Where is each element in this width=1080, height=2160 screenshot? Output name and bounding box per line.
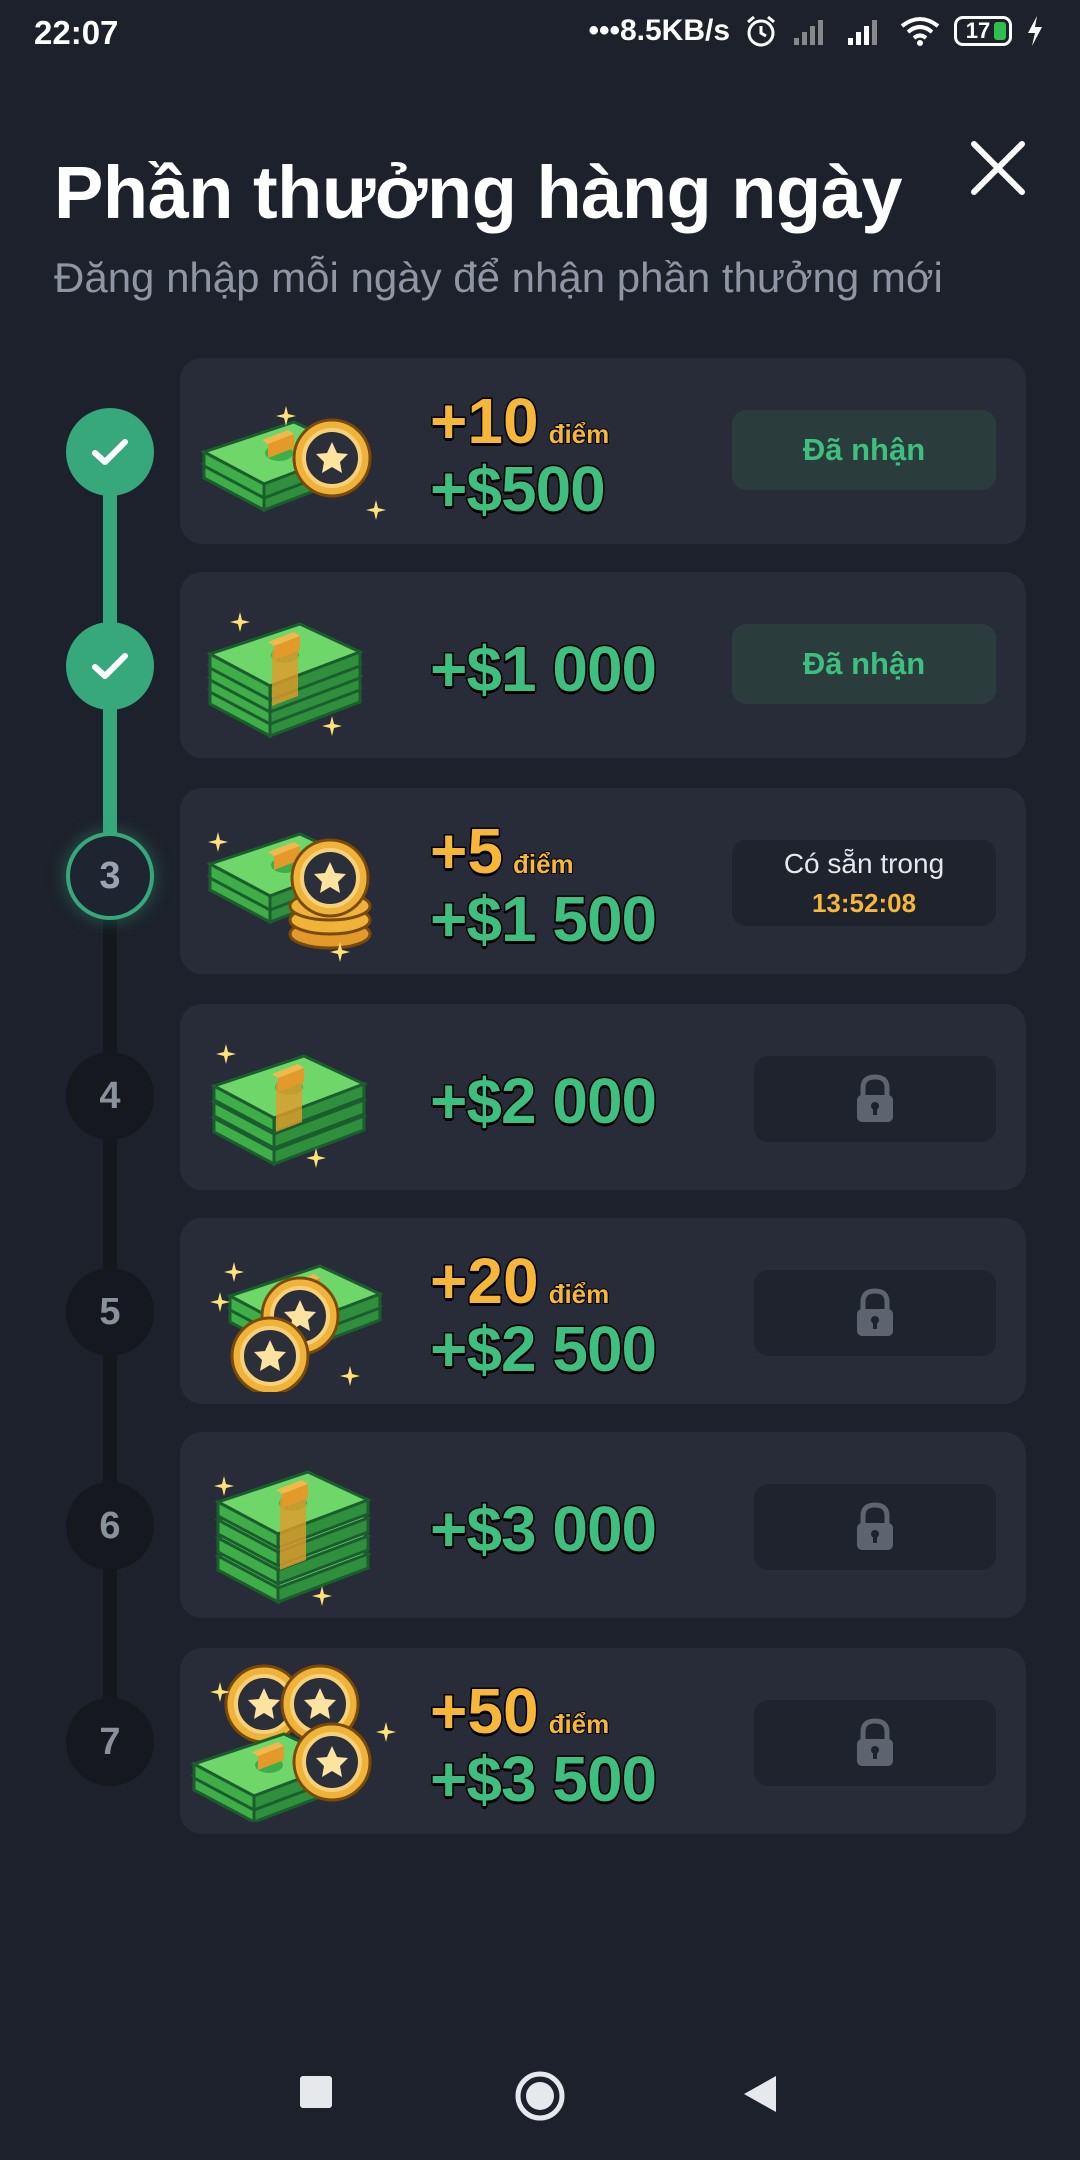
cash-coins-icon xyxy=(192,1664,396,1822)
network-speed: •••8.5KB/s xyxy=(588,14,730,47)
reward-values: +20 điểm +$2 500 xyxy=(428,1244,658,1387)
reward-card-day-7: +50 điểm +$3 500 xyxy=(180,1648,1026,1834)
battery-level: 17 xyxy=(965,18,991,43)
countdown-timer: 13:52:08 xyxy=(811,887,917,918)
points-label: điểm xyxy=(512,848,575,880)
locked-slot xyxy=(754,1056,996,1142)
back-button[interactable] xyxy=(742,2074,778,2119)
signal-icon xyxy=(792,16,832,46)
home-circle-icon xyxy=(515,2071,565,2121)
close-icon xyxy=(971,141,1025,195)
cash-coins-icon xyxy=(210,1262,382,1392)
cash-coins-icon xyxy=(208,832,372,962)
reward-values: +$2 000 xyxy=(428,1064,658,1139)
close-button[interactable] xyxy=(960,130,1036,206)
countdown-box: Có sẵn trong 13:52:08 xyxy=(732,840,996,926)
reward-values: +10 điểm +$500 xyxy=(428,384,611,527)
check-icon xyxy=(92,439,128,465)
day-5-marker: 5 xyxy=(66,1268,154,1356)
alarm-icon xyxy=(744,14,778,48)
reward-card-day-4: +$2 000 xyxy=(180,1004,1026,1190)
battery-icon: 17 xyxy=(954,16,1012,46)
check-icon xyxy=(92,653,128,679)
status-bar: 22:07 •••8.5KB/s 17 xyxy=(0,0,1080,66)
cash-value: +$500 xyxy=(428,452,607,527)
system-nav-bar xyxy=(0,2040,1080,2150)
wifi-icon xyxy=(900,16,940,46)
cash-value: +$1 500 xyxy=(428,882,658,957)
page-subtitle: Đăng nhập mỗi ngày để nhận phần thưởng m… xyxy=(54,254,943,301)
points-value: +10 xyxy=(429,384,541,459)
cash-value: +$2 000 xyxy=(428,1064,658,1139)
cash-value: +$2 500 xyxy=(428,1312,658,1387)
cash-stack-icon xyxy=(212,1044,366,1168)
signal-icon xyxy=(846,16,886,46)
page-title: Phần thưởng hàng ngày xyxy=(54,151,903,234)
reward-card-day-2: +$1 000 Đã nhận xyxy=(180,572,1026,758)
back-triangle-icon xyxy=(744,2076,776,2112)
recents-square-icon xyxy=(300,2076,332,2108)
claimed-button[interactable]: Đã nhận xyxy=(732,410,996,490)
lock-icon xyxy=(857,1288,893,1336)
lock-icon xyxy=(857,1502,893,1550)
home-button[interactable] xyxy=(514,2070,566,2127)
day-2-marker xyxy=(66,622,154,710)
locked-slot xyxy=(754,1270,996,1356)
recents-button[interactable] xyxy=(298,2074,334,2115)
day-4-marker: 4 xyxy=(66,1052,154,1140)
locked-slot xyxy=(754,1700,996,1786)
cash-coin-icon xyxy=(202,406,386,520)
status-icons: •••8.5KB/s 17 xyxy=(588,14,1044,48)
locked-slot xyxy=(754,1484,996,1570)
reward-card-day-5: +20 điểm +$2 500 xyxy=(180,1218,1026,1404)
points-label: điểm xyxy=(548,1278,611,1310)
cash-stack-icon xyxy=(214,1470,370,1606)
points-label: điểm xyxy=(548,418,611,450)
points-value: +20 xyxy=(429,1244,541,1319)
day-3-marker: 3 xyxy=(66,832,154,920)
cash-value: +$3 500 xyxy=(428,1742,658,1817)
day-7-marker: 7 xyxy=(66,1698,154,1786)
reward-card-day-3: +5 điểm +$1 500 Có sẵn trong 13:52:08 xyxy=(180,788,1026,974)
cash-value: +$3 000 xyxy=(428,1492,658,1567)
cash-value: +$1 000 xyxy=(428,632,658,707)
reward-card-day-1: +10 điểm +$500 Đã nhận xyxy=(180,358,1026,544)
reward-values: +50 điểm +$3 500 xyxy=(428,1674,658,1817)
reward-values: +$3 000 xyxy=(428,1492,658,1567)
lock-icon xyxy=(857,1718,893,1766)
day-1-marker xyxy=(66,408,154,496)
status-time: 22:07 xyxy=(34,14,119,51)
claimed-button[interactable]: Đã nhận xyxy=(732,624,996,704)
charging-icon xyxy=(1026,16,1044,46)
day-6-marker: 6 xyxy=(66,1482,154,1570)
points-value: +5 xyxy=(429,814,505,889)
reward-card-day-6: +$3 000 xyxy=(180,1432,1026,1618)
points-value: +50 xyxy=(429,1674,541,1749)
points-label: điểm xyxy=(548,1708,611,1740)
reward-values: +$1 000 xyxy=(428,632,658,707)
countdown-label: Có sẵn trong xyxy=(783,847,945,879)
reward-values: +5 điểm +$1 500 xyxy=(428,814,658,957)
lock-icon xyxy=(857,1074,893,1122)
cash-stack-icon xyxy=(208,612,362,738)
